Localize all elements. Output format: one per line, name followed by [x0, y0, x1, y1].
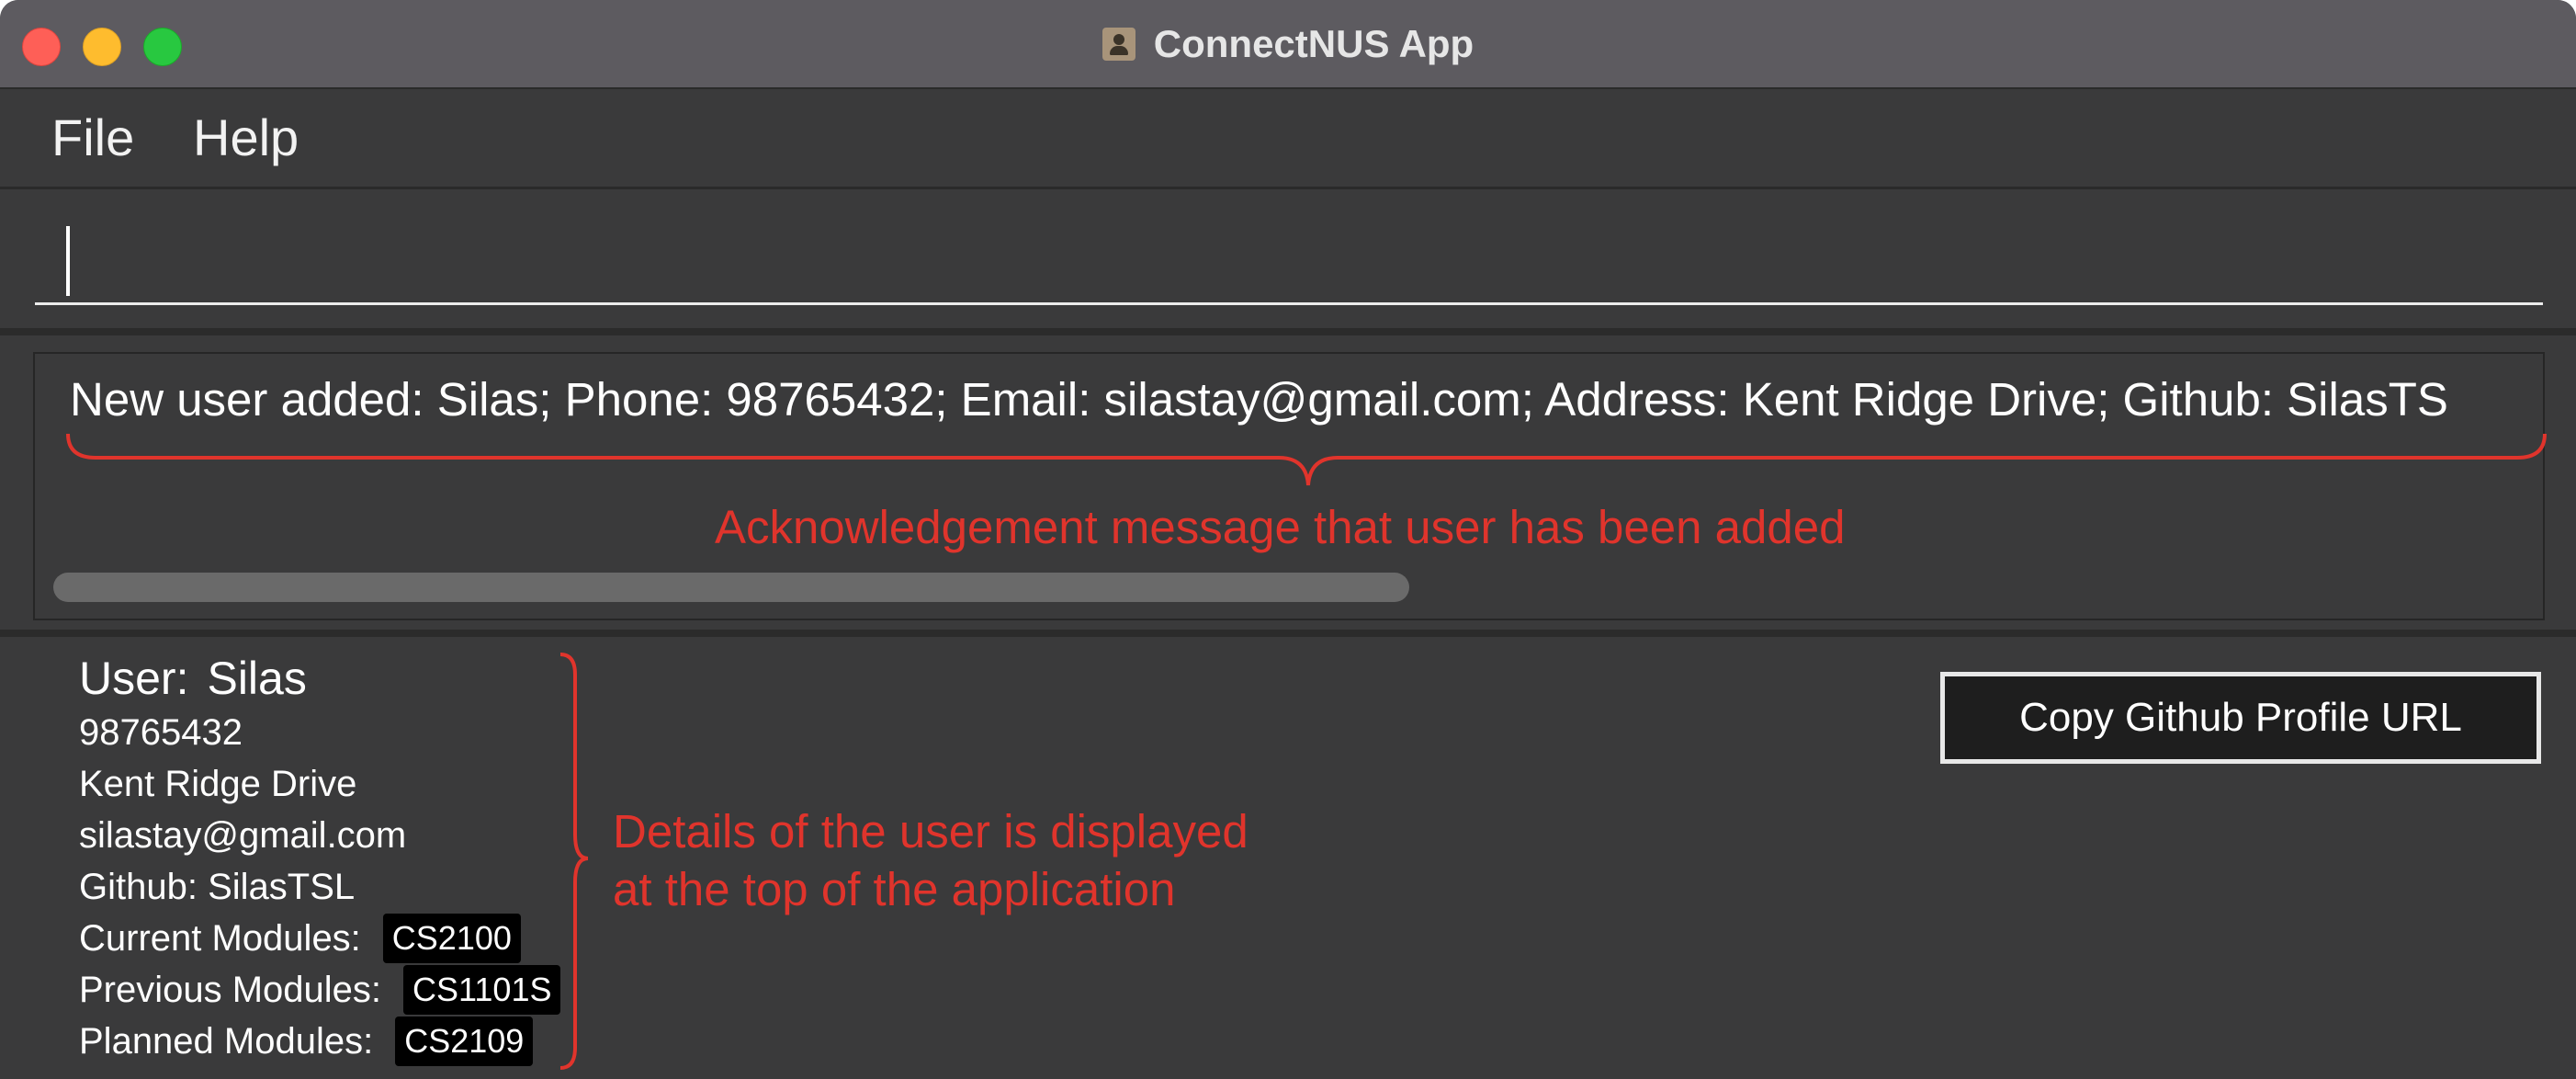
result-display[interactable]: New user added: Silas; Phone: 98765432; … [33, 352, 2545, 620]
user-title: User: Silas [79, 652, 307, 705]
current-modules-row: Current Modules: CS2100 [79, 914, 521, 963]
previous-modules-label: Previous Modules: [79, 969, 382, 1010]
title-wrap: ConnectNUS App [0, 0, 2576, 87]
menu-bar: File Help [0, 89, 2576, 189]
command-box-area [0, 189, 2576, 327]
planned-modules-row: Planned Modules: CS2109 [79, 1017, 534, 1066]
module-tag: CS2100 [382, 914, 521, 963]
details-annotation-line1: Details of the user is displayed [613, 805, 1248, 858]
scrollbar-thumb[interactable] [53, 573, 1409, 602]
user-address: Kent Ridge Drive [79, 764, 357, 804]
user-github: Github: SilasTSL [79, 867, 356, 907]
planned-modules-label: Planned Modules: [79, 1020, 374, 1062]
user-email: silastay@gmail.com [79, 815, 407, 856]
current-modules-label: Current Modules: [79, 917, 361, 959]
contact-card-icon [1102, 27, 1135, 61]
result-message: New user added: Silas; Phone: 98765432; … [70, 373, 2448, 426]
acknowledgement-annotation: Acknowledgement message that user has be… [715, 501, 1846, 553]
divider [0, 328, 2576, 335]
command-input[interactable] [35, 215, 2543, 305]
result-horizontal-scrollbar[interactable] [53, 573, 2525, 604]
window-title: ConnectNUS App [1153, 21, 1474, 65]
module-tag: CS1101S [403, 965, 561, 1015]
title-bar[interactable]: ConnectNUS App [0, 0, 2576, 89]
user-profile-panel: User: Silas 98765432 Kent Ridge Drive sil… [0, 639, 2576, 1079]
previous-modules-row: Previous Modules: CS1101S [79, 965, 561, 1015]
menu-help[interactable]: Help [193, 108, 299, 167]
menu-file[interactable]: File [51, 108, 134, 167]
user-name: Silas [207, 653, 307, 704]
divider [0, 630, 2576, 637]
app-window: ConnectNUS App File Help New user added:… [0, 0, 2576, 1079]
details-annotation-line2: at the top of the application [613, 863, 1176, 915]
user-phone: 98765432 [79, 712, 243, 753]
copy-github-url-button[interactable]: Copy Github Profile URL [1940, 672, 2541, 764]
text-caret [66, 226, 70, 296]
module-tag: CS2109 [395, 1017, 534, 1066]
user-label: User: [79, 653, 189, 704]
